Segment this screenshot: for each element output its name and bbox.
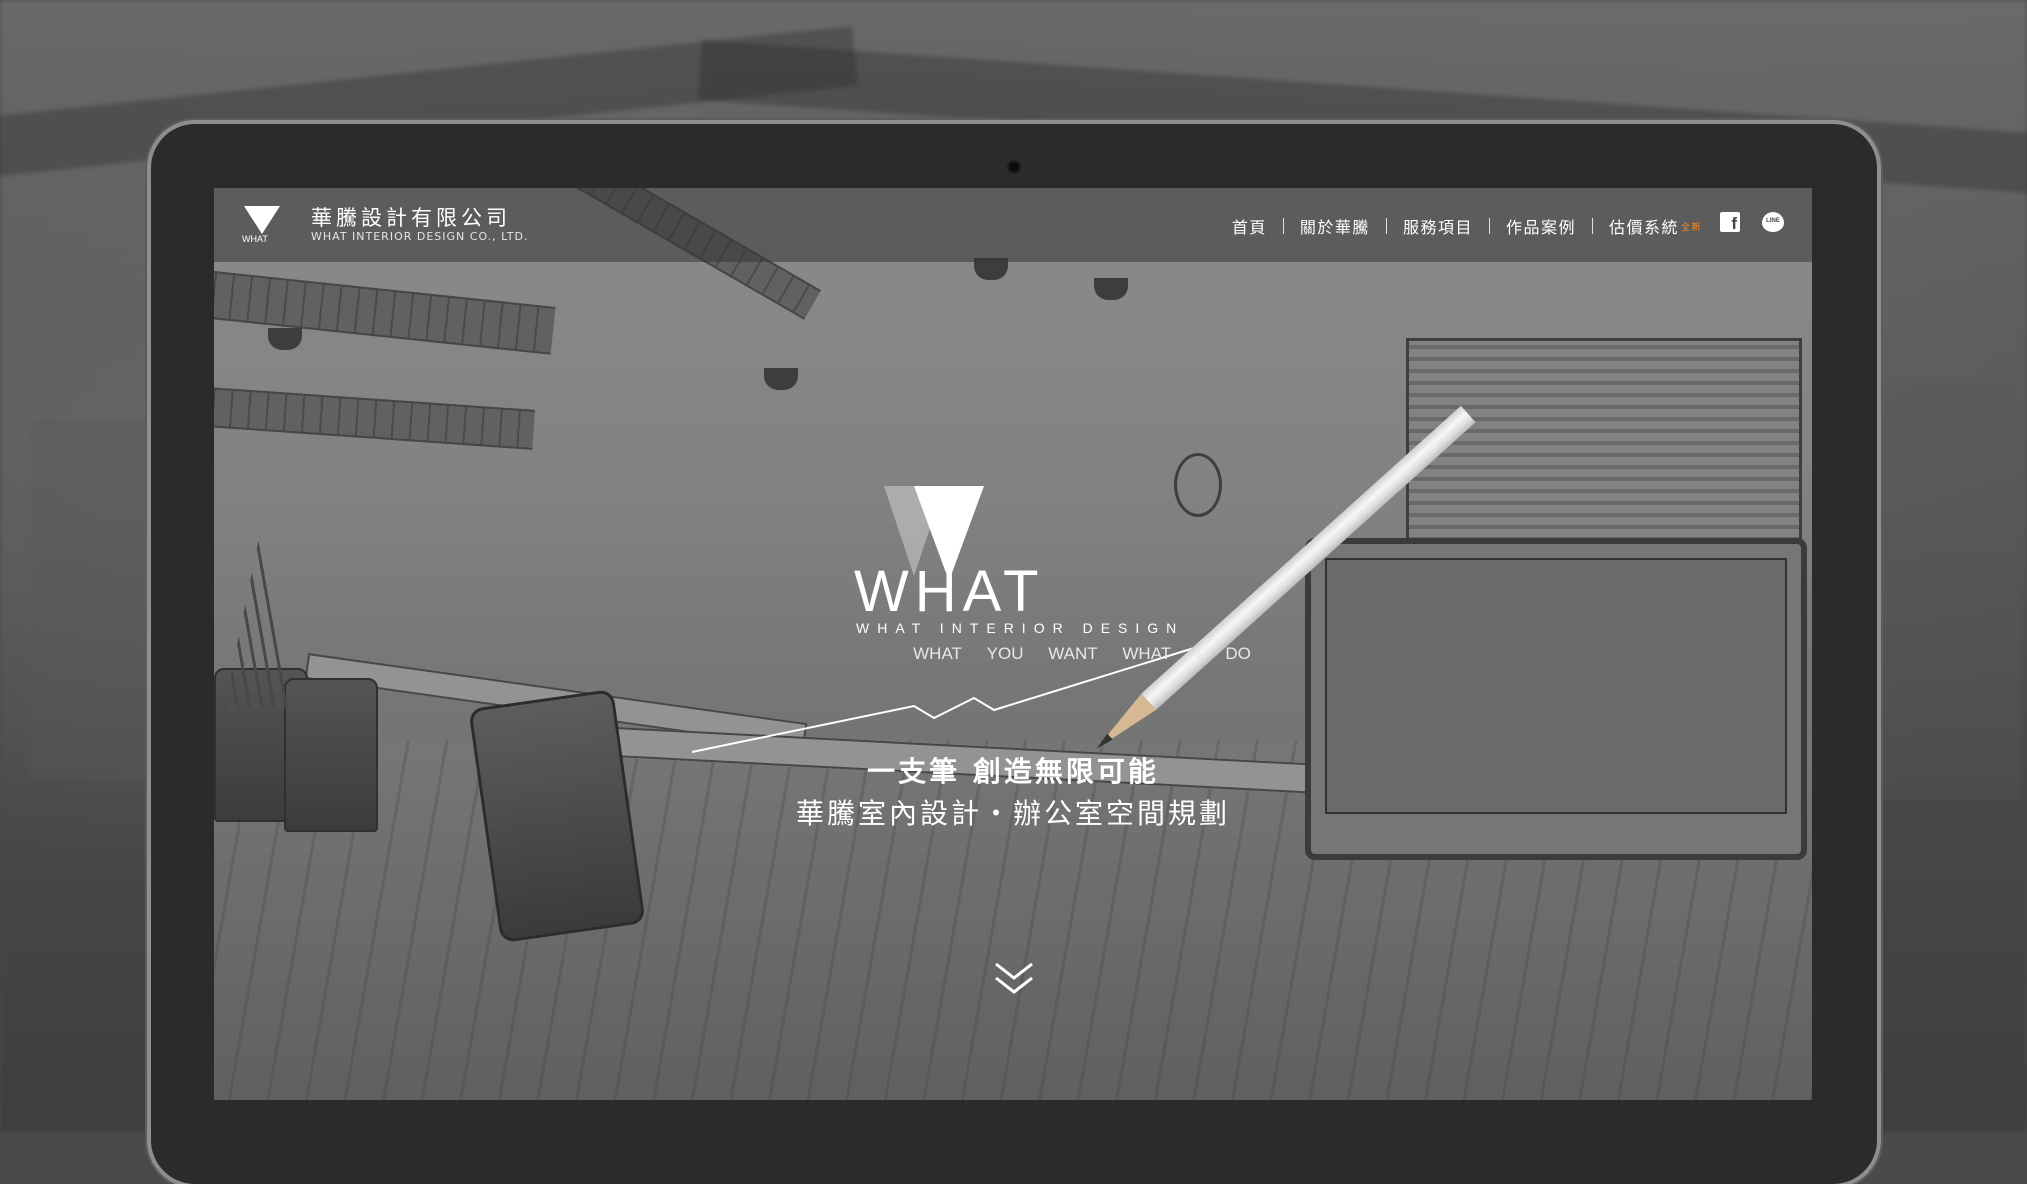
- nav-item-quote-system[interactable]: 估價系統 全新: [1609, 214, 1702, 238]
- nav-divider: [1591, 218, 1593, 234]
- top-navbar: WHAT 華騰設計有限公司 WHAT INTERIOR DESIGN CO., …: [214, 188, 1812, 262]
- nav-divider: [1385, 218, 1387, 234]
- nav-item-services[interactable]: 服務項目: [1403, 214, 1473, 238]
- motto-word: WHAT: [913, 644, 962, 663]
- main-nav: 首頁 關於華騰 服務項目 作品案例 估價系統 全新: [1232, 214, 1702, 238]
- laptop-frame: WHAT 華騰設計有限公司 WHAT INTERIOR DESIGN CO., …: [151, 124, 1877, 1184]
- double-chevron-down-icon[interactable]: [992, 958, 1036, 998]
- camera: [1009, 162, 1019, 172]
- motto-word: I: [1195, 644, 1201, 663]
- nav-item-about[interactable]: 關於華騰: [1300, 214, 1370, 238]
- website-screen: WHAT 華騰設計有限公司 WHAT INTERIOR DESIGN CO., …: [214, 188, 1812, 1100]
- brand-name[interactable]: 華騰設計有限公司: [311, 202, 511, 232]
- hero-headline: 一支筆 創造無限可能: [867, 755, 1159, 788]
- nav-item-portfolio[interactable]: 作品案例: [1506, 214, 1576, 238]
- new-badge: 全新: [1680, 223, 1702, 233]
- nav-divider: [1488, 218, 1490, 234]
- nav-item-label: 服務項目: [1402, 218, 1473, 237]
- nav-item-label: 關於華騰: [1299, 218, 1370, 237]
- nav-item-home[interactable]: 首頁: [1232, 214, 1267, 238]
- motto-word: WANT: [1048, 644, 1098, 663]
- social-links: f LINE: [1720, 212, 1784, 232]
- line-icon-label: LINE: [1766, 218, 1780, 224]
- nav-divider: [1282, 218, 1284, 234]
- hero-wordmark: WHAT: [854, 559, 1045, 624]
- nav-item-label: 作品案例: [1505, 218, 1576, 237]
- line-icon[interactable]: LINE: [1762, 212, 1784, 232]
- facebook-icon[interactable]: f: [1720, 212, 1740, 232]
- hero-wordmark-subtitle: WHAT INTERIOR DESIGN: [856, 620, 1185, 636]
- hero-motto: WHAT YOU WANT WHAT I DO: [903, 644, 1261, 664]
- nav-item-label: 首頁: [1231, 218, 1267, 237]
- nav-item-label: 估價系統: [1608, 218, 1679, 237]
- motto-word: DO: [1225, 644, 1251, 663]
- motto-word: YOU: [986, 644, 1024, 663]
- brand-subtitle: WHAT INTERIOR DESIGN CO., LTD.: [311, 230, 529, 243]
- svg-text:WHAT: WHAT: [242, 234, 268, 244]
- logo-icon[interactable]: WHAT: [242, 204, 282, 244]
- motto-word: WHAT: [1122, 644, 1172, 663]
- hero-subheadline: 華騰室內設計・辦公室空間規劃: [795, 797, 1230, 830]
